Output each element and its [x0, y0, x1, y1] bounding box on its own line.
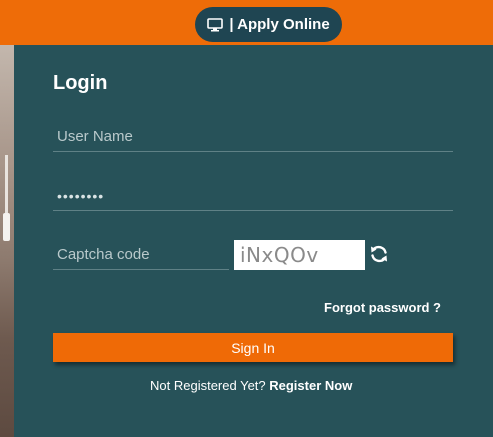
username-input[interactable]: [53, 122, 453, 152]
background-photo: [0, 45, 14, 437]
register-now-link[interactable]: Register Now: [269, 378, 352, 393]
forgot-password-link[interactable]: Forgot password ?: [324, 300, 441, 315]
top-bar: | Apply Online: [0, 0, 493, 45]
captcha-image: iNxQOv: [234, 240, 365, 270]
apply-online-label: | Apply Online: [229, 16, 330, 33]
login-title: Login: [53, 72, 108, 94]
captcha-text: iNxQOv: [240, 243, 319, 267]
captcha-input[interactable]: [53, 240, 229, 270]
desktop-monitor-icon: [207, 17, 224, 32]
register-prompt: Not Registered Yet? Register Now: [150, 378, 352, 393]
sign-in-button[interactable]: Sign In: [53, 333, 453, 362]
password-input[interactable]: [53, 181, 453, 211]
refresh-icon[interactable]: [369, 244, 389, 264]
apply-online-button[interactable]: | Apply Online: [195, 7, 342, 42]
register-prompt-text: Not Registered Yet?: [150, 378, 270, 393]
